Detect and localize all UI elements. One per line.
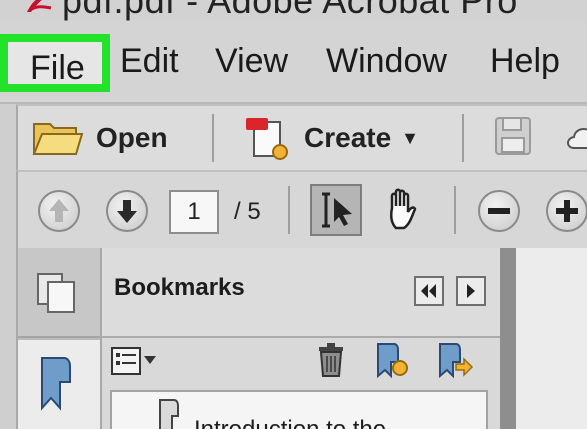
double-chevron-left-icon <box>421 284 436 298</box>
chevron-right-icon <box>467 284 475 298</box>
bookmarks-panel-header: Bookmarks <box>102 248 502 338</box>
bookmark-from-structure-icon[interactable] <box>436 340 474 380</box>
folder-icon <box>32 123 84 155</box>
acrobat-logo-icon <box>27 0 52 12</box>
bookmarks-pane-button[interactable] <box>18 340 100 429</box>
zoom-in-icon <box>556 200 578 222</box>
window-title: pdf.pdf - Adobe Acrobat Pro <box>62 0 518 21</box>
toolbar-separator <box>454 186 456 234</box>
new-bookmark-icon[interactable] <box>374 340 410 380</box>
delete-bookmark-icon[interactable] <box>316 342 346 378</box>
menu-file[interactable]: File <box>0 34 110 92</box>
select-tool-icon <box>322 192 352 228</box>
toolbar-separator <box>288 186 290 234</box>
create-label: Create <box>304 122 392 153</box>
list-item[interactable]: Introduction to the <box>112 392 486 429</box>
open-button[interactable]: Open <box>32 106 168 170</box>
menu-view[interactable]: View <box>215 42 288 81</box>
options-menu-icon[interactable] <box>110 344 158 378</box>
acrobat-window: pdf.pdf - Adobe Acrobat Pro File Edit Vi… <box>0 0 587 429</box>
bookmarks-list: Introduction to the <box>110 390 488 429</box>
previous-page-button[interactable] <box>38 190 80 232</box>
toolbar-separator <box>462 114 464 162</box>
bookmark-item-label: Introduction to the <box>194 416 386 429</box>
open-label: Open <box>96 122 168 153</box>
navigation-toolbar: 1 / 5 <box>16 170 587 248</box>
zoom-in-button[interactable] <box>546 190 587 232</box>
page-total: / 5 <box>234 198 261 225</box>
page-number-input[interactable]: 1 <box>169 190 219 234</box>
document-gutter <box>500 248 516 429</box>
create-pdf-icon <box>246 118 288 160</box>
collapse-panel-button[interactable] <box>414 276 444 306</box>
bookmark-item-icon <box>159 399 179 429</box>
toolbar-separator <box>212 114 214 162</box>
next-page-button[interactable] <box>106 190 148 232</box>
menu-edit[interactable]: Edit <box>120 42 179 81</box>
zoom-out-icon <box>488 208 510 214</box>
previous-page-icon <box>49 199 69 222</box>
main-toolbar: Open Create ▼ <box>16 104 587 170</box>
navigation-pane <box>16 248 100 429</box>
create-button[interactable]: Create ▼ <box>242 106 419 170</box>
zoom-out-button[interactable] <box>478 190 520 232</box>
document-view[interactable] <box>516 248 587 429</box>
menu-window[interactable]: Window <box>326 42 447 81</box>
title-bar: pdf.pdf - Adobe Acrobat Pro <box>0 0 587 22</box>
select-tool-button[interactable] <box>310 184 362 236</box>
bookmarks-panel: Bookmarks <box>100 248 502 429</box>
hand-tool-icon[interactable] <box>380 186 426 234</box>
save-icon[interactable] <box>494 116 534 158</box>
bookmarks-panel-title: Bookmarks <box>114 274 245 301</box>
menu-bar: File Edit View Window Help <box>0 22 587 104</box>
menu-help[interactable]: Help <box>490 42 560 81</box>
menu-file-label: File <box>30 49 85 87</box>
chevron-down-icon: ▼ <box>401 127 419 148</box>
bookmarks-toolbar <box>102 338 502 388</box>
cloud-icon[interactable] <box>566 120 587 158</box>
next-page-icon <box>117 200 137 223</box>
bookmark-icon <box>41 357 71 411</box>
pages-icon <box>37 273 75 313</box>
expand-panel-button[interactable] <box>456 276 486 306</box>
page-thumbnails-button[interactable] <box>18 248 100 338</box>
